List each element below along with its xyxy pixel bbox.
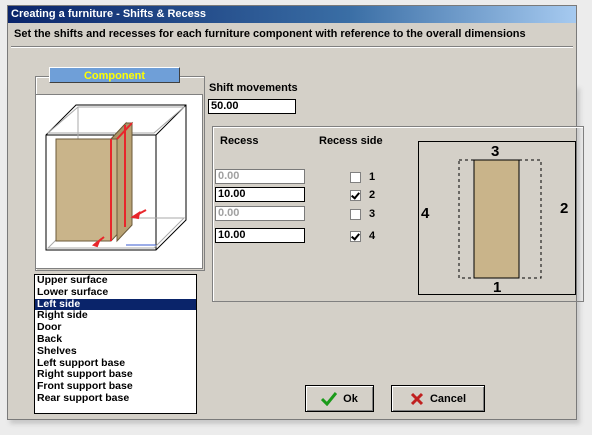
recess-input-3[interactable]: 0.00 (215, 206, 305, 221)
component-preview (35, 94, 203, 269)
furniture-3d-preview-image (45, 104, 187, 251)
diagram-side-bottom: 1 (493, 279, 502, 296)
cancel-button[interactable]: Cancel (391, 385, 485, 412)
component-list-item[interactable]: Back (35, 333, 196, 346)
recess-side-4-row[interactable]: 4 (350, 229, 375, 243)
recess-diagram-graphic (458, 159, 542, 279)
recess-side-3-row[interactable]: 3 (350, 207, 375, 221)
check-icon (321, 391, 338, 406)
recess-side-1-label: 1 (369, 171, 376, 183)
recess-input-1[interactable]: 0.00 (215, 169, 305, 184)
recess-side-2-row[interactable]: 2 (350, 188, 375, 202)
recess-input-4[interactable]: 10.00 (215, 228, 305, 243)
instruction-text: Set the shifts and recesses for each fur… (14, 28, 526, 40)
dialog-window: Creating a furniture - Shifts & Recess S… (7, 5, 584, 420)
recess-side-3-label: 3 (369, 208, 376, 220)
component-tab[interactable]: Component (49, 67, 180, 83)
recess-side-3-checkbox[interactable] (350, 208, 361, 220)
recess-side-1-checkbox[interactable] (350, 171, 361, 183)
recess-input-2[interactable]: 10.00 (215, 187, 305, 202)
recess-side-1-row[interactable]: 1 (350, 170, 375, 184)
shift-label: Shift movements (209, 82, 298, 94)
component-list[interactable]: Upper surface Lower surface Left side Right… (34, 274, 197, 414)
recess-side-header: Recess side (319, 135, 383, 147)
recess-diagram: 3 2 1 4 (418, 141, 576, 296)
diagram-side-right: 2 (560, 200, 569, 217)
diagram-side-left: 4 (421, 205, 430, 222)
recess-header: Recess (220, 135, 259, 147)
component-list-item[interactable]: Rear support base (35, 392, 196, 405)
recess-side-4-checkbox[interactable] (350, 230, 361, 242)
diagram-side-top: 3 (491, 143, 500, 160)
ok-button-label: Ok (343, 392, 358, 405)
ok-button[interactable]: Ok (305, 385, 374, 412)
x-icon (410, 392, 424, 405)
shift-input[interactable]: 50.00 (208, 99, 296, 114)
title-bar[interactable]: Creating a furniture - Shifts & Recess (8, 6, 576, 23)
component-list-item[interactable]: Lower surface (35, 286, 196, 299)
cancel-button-label: Cancel (429, 392, 467, 405)
component-list-item[interactable]: Shelves (35, 345, 196, 358)
recess-side-2-checkbox[interactable] (350, 189, 361, 201)
separator-top (11, 46, 573, 48)
recess-side-4-label: 4 (369, 230, 376, 242)
recess-side-2-label: 2 (369, 189, 376, 201)
